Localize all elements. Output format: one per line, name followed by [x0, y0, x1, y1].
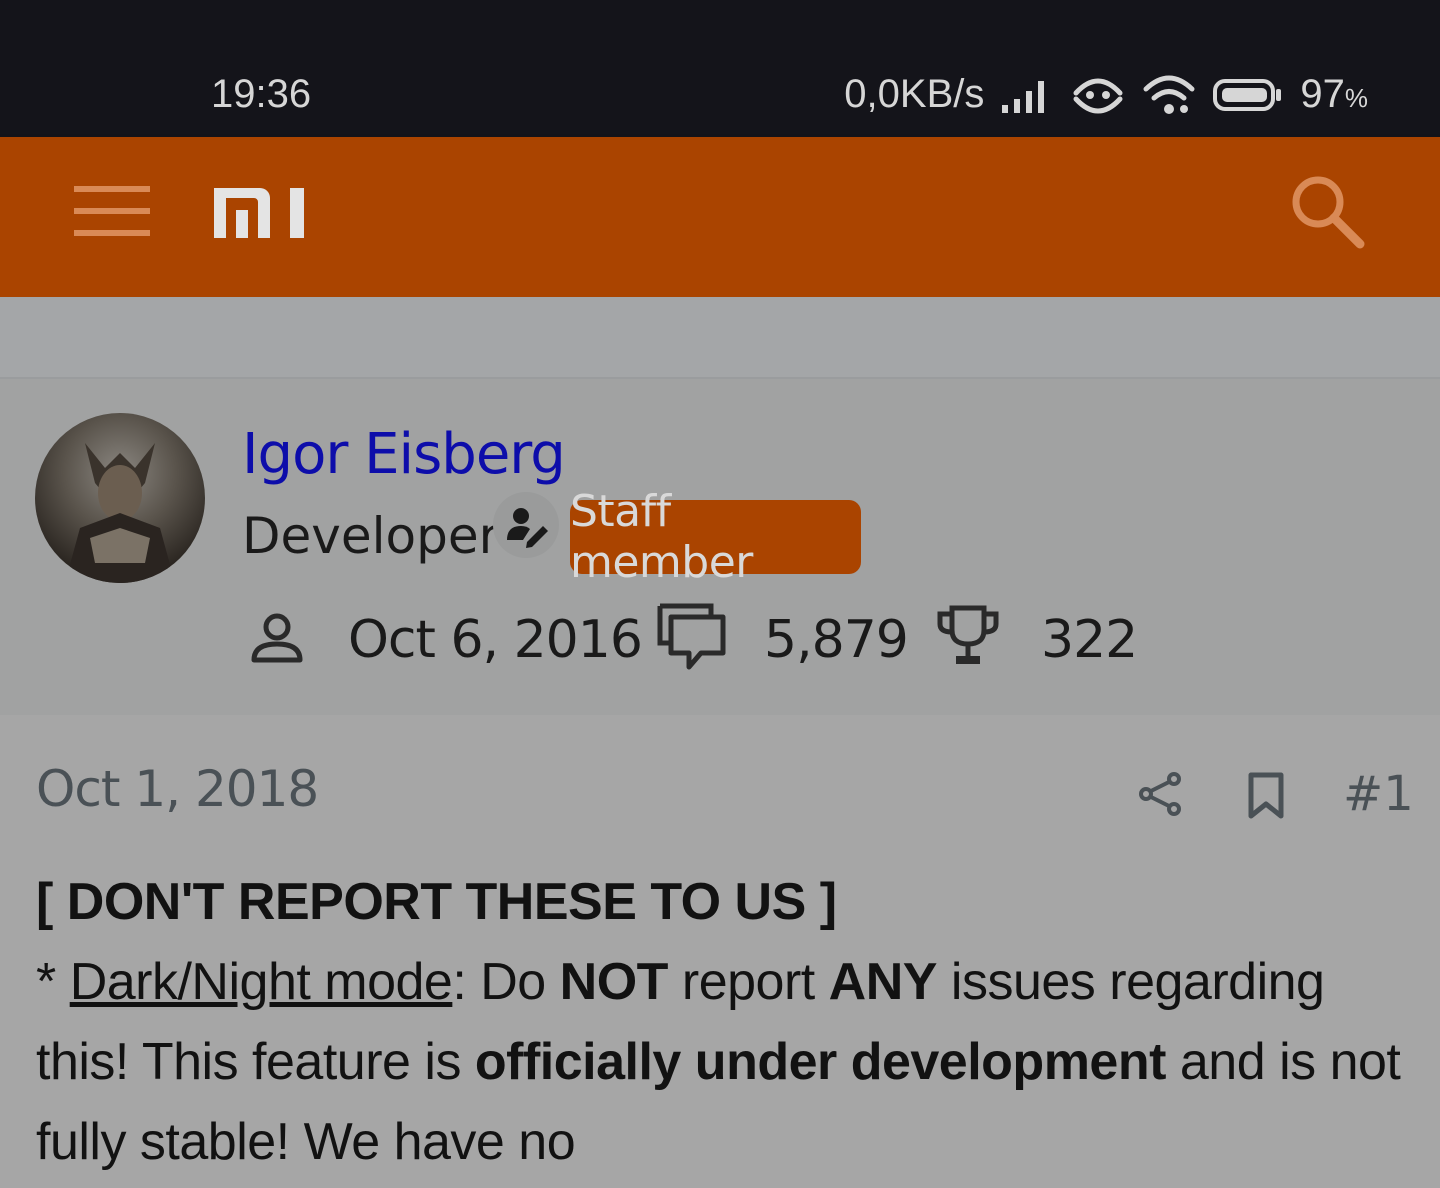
status-time: 19:36: [211, 72, 312, 116]
user-name[interactable]: Igor Eisberg: [242, 422, 566, 487]
message-count: 5,879: [764, 610, 909, 670]
mi-logo[interactable]: [212, 188, 306, 238]
bookmark-icon[interactable]: [1247, 772, 1285, 825]
wifi-icon: [1142, 73, 1196, 117]
network-speed: 0,0KB/s: [844, 72, 985, 116]
status-right-group: 0,0KB/s 97%: [844, 72, 1368, 117]
avatar[interactable]: [35, 413, 205, 583]
hotspot-icon: [1070, 73, 1126, 117]
battery-icon: [1212, 75, 1284, 115]
developer-icon: [493, 492, 559, 558]
battery-level: 97%: [1300, 72, 1368, 116]
post-heading: [ DON'T REPORT THESE TO US ]: [36, 873, 837, 931]
messages-icon: [657, 603, 727, 676]
joined-date: Oct 6, 2016: [348, 610, 643, 670]
staff-badge: Staff member: [570, 486, 861, 588]
post-paragraph: * Dark/Night mode: Do NOT report ANY iss…: [36, 953, 1401, 1171]
share-icon[interactable]: [1138, 771, 1184, 822]
search-icon[interactable]: [1290, 174, 1366, 250]
post-number[interactable]: #1: [1343, 766, 1414, 822]
trophy-icon: [936, 604, 1000, 673]
signal-icon: [1000, 75, 1054, 115]
status-bar: 19:36 0,0KB/s 97%: [0, 0, 1440, 137]
post-body: [ DON'T REPORT THESE TO US ] * Dark/Nigh…: [36, 862, 1416, 1182]
post-date[interactable]: Oct 1, 2018: [36, 760, 319, 818]
battery-unit: %: [1344, 83, 1368, 113]
reaction-score: 322: [1041, 610, 1138, 670]
content-gap: [0, 297, 1440, 377]
dark-mode-link[interactable]: Dark/Night mode: [70, 953, 453, 1011]
user-title: Developer: [242, 507, 500, 565]
joined-icon: [250, 612, 304, 669]
menu-icon[interactable]: [74, 185, 150, 237]
